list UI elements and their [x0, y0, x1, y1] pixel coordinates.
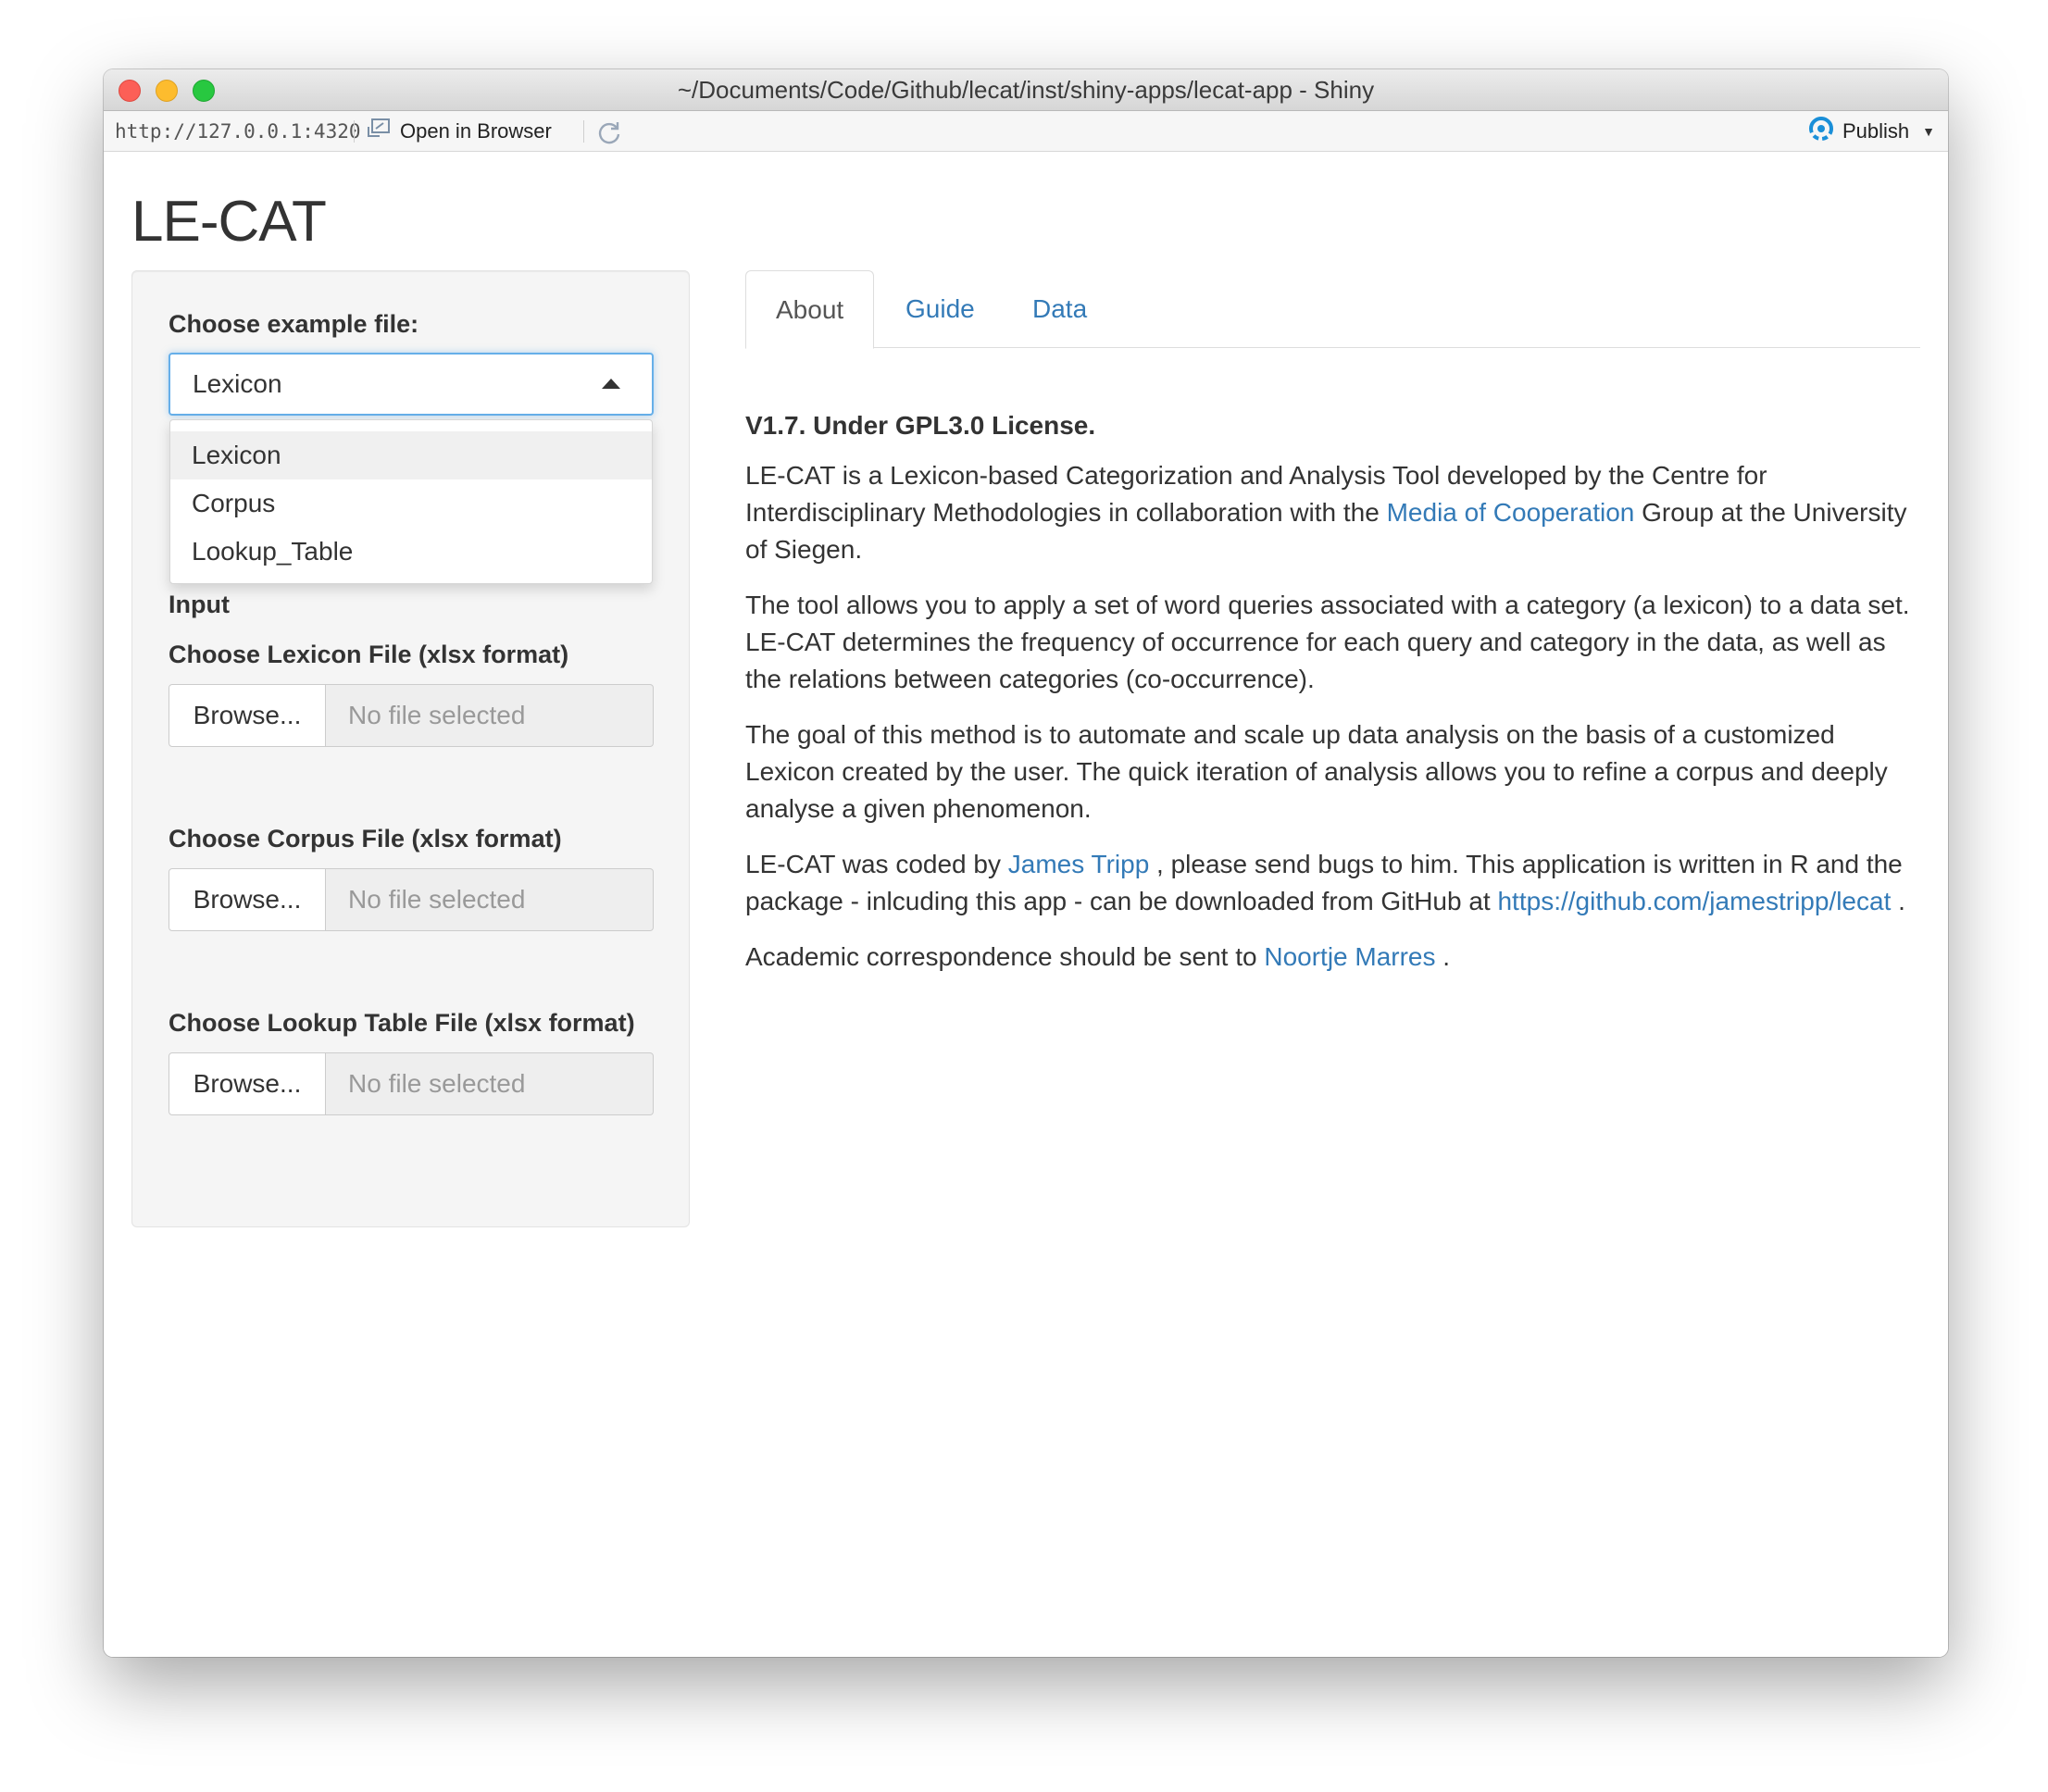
toolbar-divider: [583, 120, 584, 143]
about-paragraph-4: LE-CAT was coded by James Tripp , please…: [745, 846, 1923, 920]
window-title: ~/Documents/Code/Github/lecat/inst/shiny…: [677, 76, 1375, 104]
viewer-toolbar: http://127.0.0.1:4320 Open in Browser Pu…: [104, 111, 1948, 152]
james-tripp-link[interactable]: James Tripp: [1008, 850, 1150, 878]
chevron-down-icon: ▼: [1922, 124, 1935, 139]
example-file-dropdown: Lexicon Corpus Lookup_Table: [169, 419, 653, 584]
github-link[interactable]: https://github.com/jamestripp/lecat: [1497, 887, 1891, 915]
example-file-select[interactable]: Lexicon: [169, 353, 654, 416]
tab-bar: About Guide Data: [745, 270, 1920, 349]
lookup-table-file-field[interactable]: No file selected: [326, 1052, 654, 1115]
open-browser-icon: [367, 111, 391, 152]
lookup-table-browse-button[interactable]: Browse...: [169, 1052, 326, 1115]
about-text: Academic correspondence should be sent t…: [745, 942, 1265, 971]
tab-data[interactable]: Data: [1003, 270, 1117, 349]
app-content: LE-CAT Choose example file: Lexicon Lexi…: [104, 152, 1948, 1657]
corpus-file-label: Choose Corpus File (xlsx format): [169, 825, 562, 852]
publish-button[interactable]: Publish ▼: [1807, 111, 1935, 152]
noortje-marres-link[interactable]: Noortje Marres: [1264, 942, 1435, 971]
dropdown-option-lexicon[interactable]: Lexicon: [170, 431, 652, 479]
tab-about[interactable]: About: [745, 270, 875, 349]
open-in-browser-label: Open in Browser: [400, 119, 552, 143]
url-display: http://127.0.0.1:4320: [115, 120, 361, 143]
lookup-table-file-input: Browse... No file selected: [169, 1052, 654, 1115]
corpus-file-input: Browse... No file selected: [169, 868, 654, 931]
lexicon-file-label: Choose Lexicon File (xlsx format): [169, 641, 569, 668]
about-paragraph-3: The goal of this method is to automate a…: [745, 720, 1888, 823]
app-window: ~/Documents/Code/Github/lecat/inst/shiny…: [104, 69, 1948, 1657]
about-paragraph-1: LE-CAT is a Lexicon-based Categorization…: [745, 457, 1923, 568]
corpus-browse-button[interactable]: Browse...: [169, 868, 326, 931]
main-panel: About Guide Data V1.7. Under GPL3.0 Lice…: [745, 270, 1920, 971]
corpus-file-field[interactable]: No file selected: [326, 868, 654, 931]
lexicon-browse-button[interactable]: Browse...: [169, 684, 326, 747]
about-text: LE-CAT was coded by: [745, 850, 1008, 878]
toolbar-divider: [354, 120, 355, 143]
caret-up-icon: [602, 379, 620, 389]
publish-label: Publish: [1842, 119, 1910, 143]
version-text: V1.7. Under GPL3.0 License.: [745, 411, 1096, 440]
open-in-browser-button[interactable]: Open in Browser: [367, 111, 552, 152]
dropdown-option-lookup-table[interactable]: Lookup_Table: [170, 528, 652, 576]
lookup-table-file-label: Choose Lookup Table File (xlsx format): [169, 1009, 635, 1037]
media-of-cooperation-link[interactable]: Media of Cooperation: [1387, 498, 1635, 527]
lexicon-file-input: Browse... No file selected: [169, 684, 654, 747]
input-section-label: Input: [169, 591, 230, 618]
publish-icon: [1807, 117, 1835, 146]
refresh-icon[interactable]: [596, 119, 622, 145]
page-title: LE-CAT: [131, 190, 327, 254]
select-value: Lexicon: [193, 369, 282, 398]
about-paragraph-5: Academic correspondence should be sent t…: [745, 939, 1923, 976]
example-file-label: Choose example file:: [169, 310, 419, 338]
tab-guide[interactable]: Guide: [876, 270, 1005, 349]
lexicon-file-field[interactable]: No file selected: [326, 684, 654, 747]
about-text: .: [1435, 942, 1451, 971]
title-bar: ~/Documents/Code/Github/lecat/inst/shiny…: [104, 69, 1948, 111]
about-text: .: [1891, 887, 1905, 915]
sidebar-panel: Choose example file: Lexicon Lexicon Cor…: [131, 270, 690, 1227]
about-paragraph-2: The tool allows you to apply a set of wo…: [745, 591, 1910, 693]
about-content: V1.7. Under GPL3.0 License. LE-CAT is a …: [745, 407, 1923, 994]
dropdown-option-corpus[interactable]: Corpus: [170, 479, 652, 528]
